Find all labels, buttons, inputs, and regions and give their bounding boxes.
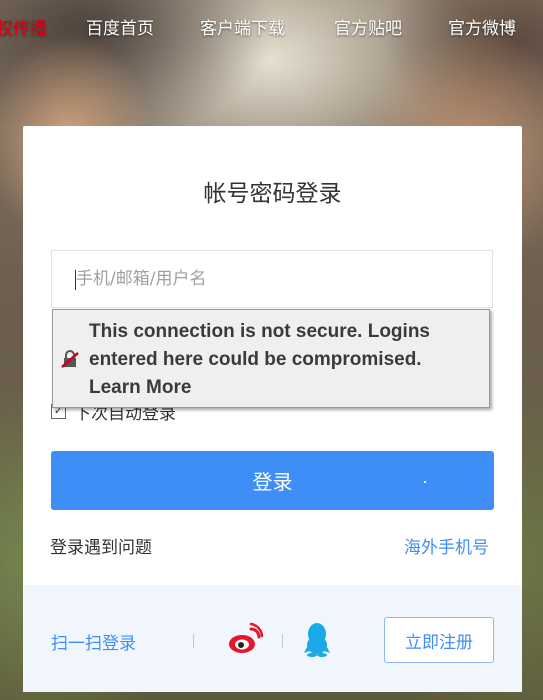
login-card: 帐号密码登录 ✓ 下次自动登录 登录 登录遇到问题 海外手机号 扫一扫登录 [23, 126, 522, 692]
nav-item-broadcast[interactable]: 权传播 [0, 14, 47, 39]
weibo-icon[interactable] [227, 621, 264, 657]
overseas-phone-link[interactable]: 海外手机号 [404, 533, 489, 558]
nav-item-official-weibo[interactable]: 官方微博 [448, 14, 516, 39]
divider [193, 634, 194, 648]
username-input[interactable] [51, 250, 493, 308]
login-footer: 扫一扫登录 立即注册 [23, 585, 522, 692]
cursor-dot [424, 481, 426, 483]
text-caret [75, 270, 76, 290]
login-button[interactable]: 登录 [51, 451, 494, 510]
login-title: 帐号密码登录 [203, 181, 342, 207]
learn-more-link[interactable]: Learn More [89, 374, 489, 402]
warning-message: This connection is not secure. Logins en… [89, 321, 430, 370]
nav-item-official-tieba[interactable]: 官方贴吧 [334, 14, 402, 39]
insecure-lock-icon [61, 350, 79, 368]
qr-login-link[interactable]: 扫一扫登录 [51, 629, 136, 654]
nav-item-baidu-home[interactable]: 百度首页 [86, 14, 154, 39]
login-button-label: 登录 [252, 470, 293, 494]
login-help-link[interactable]: 登录遇到问题 [50, 533, 152, 558]
nav-item-client-download[interactable]: 客户端下载 [200, 14, 285, 39]
insecure-login-warning: This connection is not secure. Logins en… [52, 309, 490, 408]
register-button[interactable]: 立即注册 [384, 617, 494, 663]
top-nav: 权传播 百度首页 客户端下载 官方贴吧 官方微博 [0, 0, 543, 56]
divider [282, 634, 283, 648]
qq-icon[interactable] [303, 621, 331, 657]
